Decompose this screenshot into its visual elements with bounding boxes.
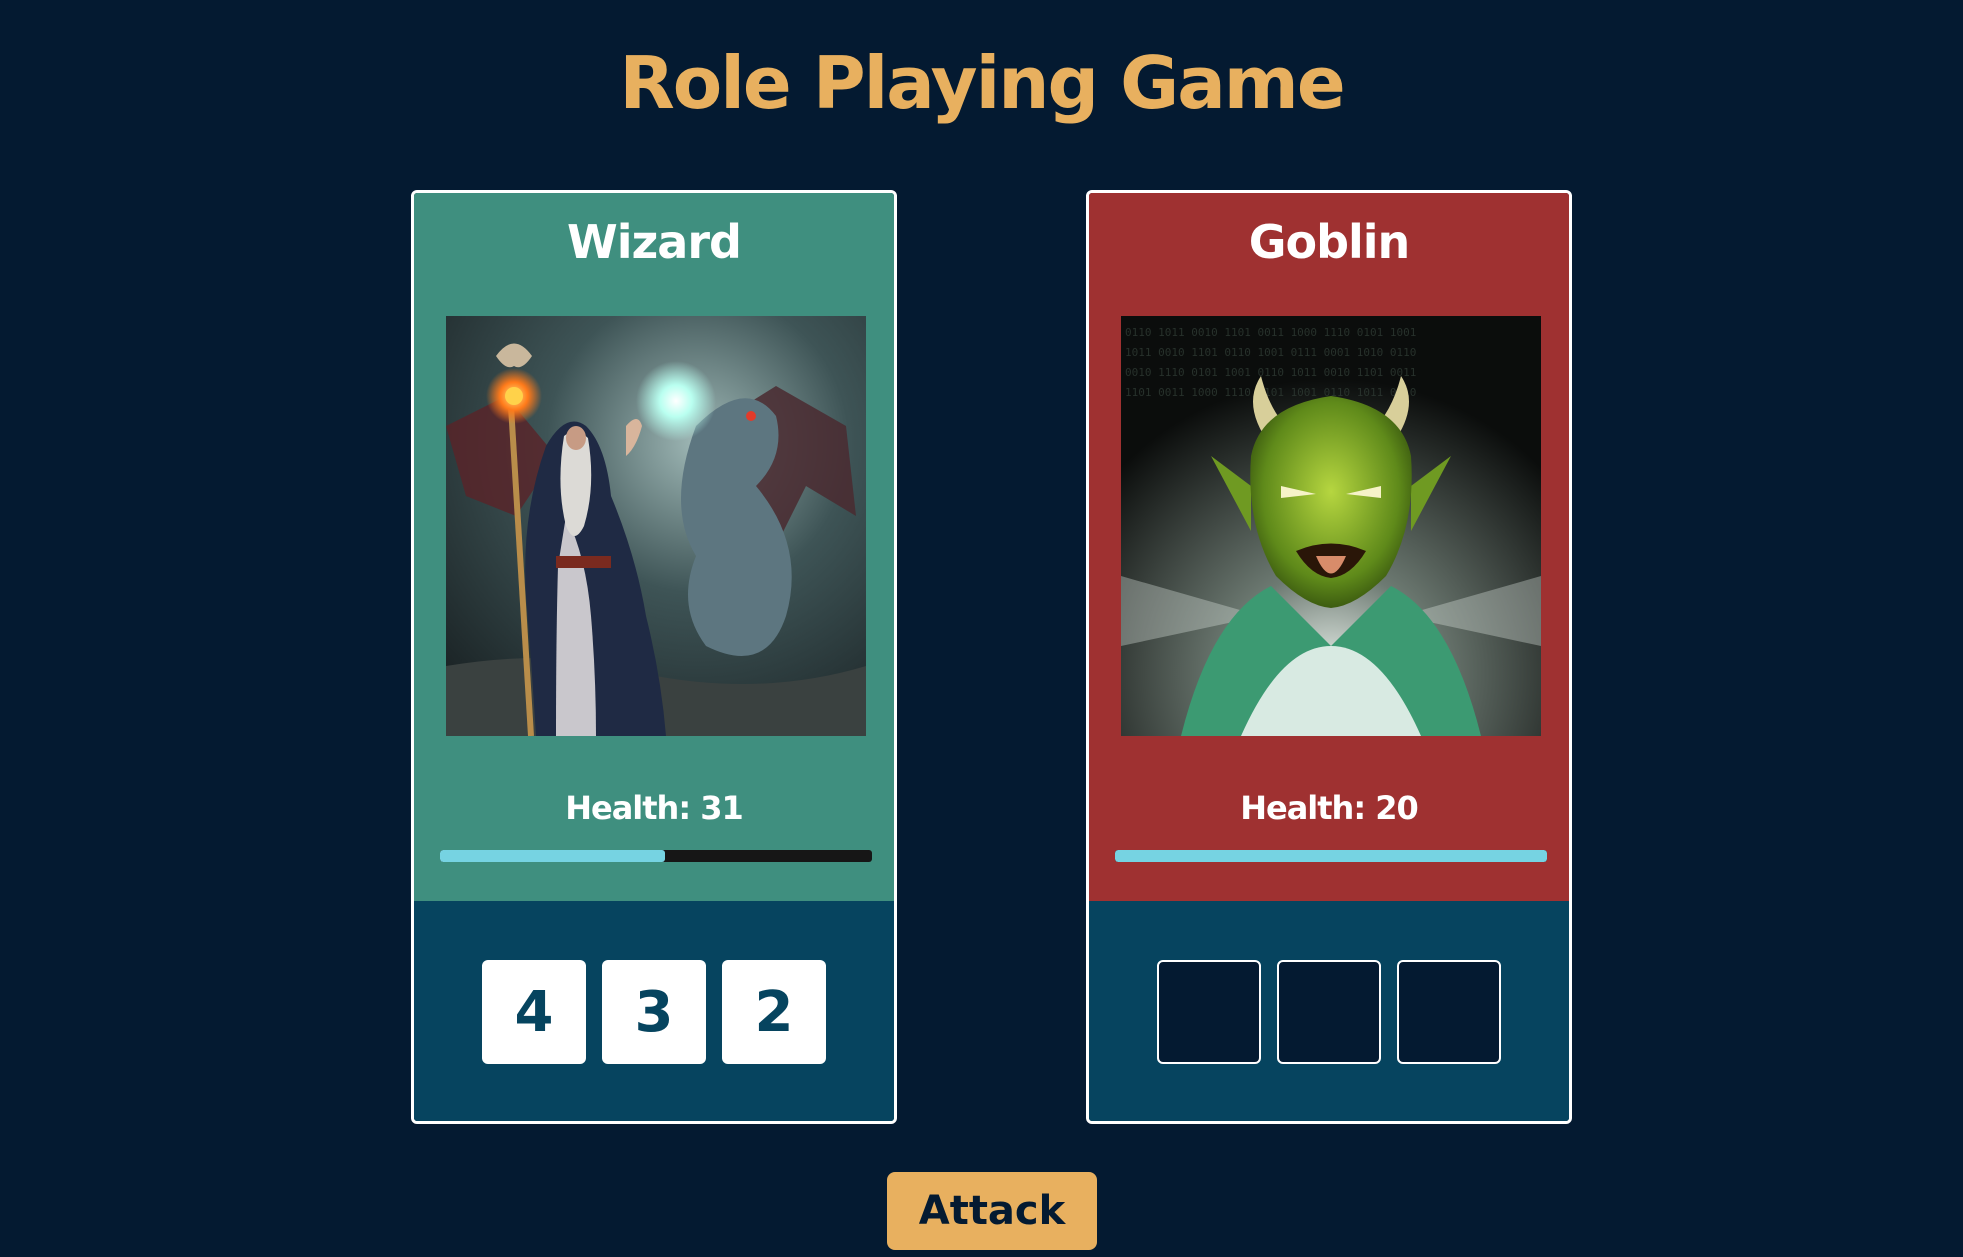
- monster-name: Goblin: [1248, 215, 1411, 269]
- monster-die: [1277, 960, 1381, 1064]
- hero-dice-area: 4 3 2: [414, 901, 894, 1121]
- hero-die: 4: [482, 960, 586, 1064]
- hero-dice-row: 4 3 2: [414, 960, 894, 1064]
- monster-card: Goblin 0110 1011 0010 1101 0011 1000 111…: [1086, 190, 1572, 1124]
- monster-dice-area: [1089, 901, 1569, 1121]
- svg-text:1101 0011 1000 1110 0101 1001: 1101 0011 1000 1110 0101 1001 0110 1011 …: [1125, 386, 1416, 399]
- goblin-portrait-icon: 0110 1011 0010 1101 0011 1000 1110 0101 …: [1121, 316, 1541, 736]
- monster-health-bar: [1115, 850, 1547, 862]
- hero-die: 2: [722, 960, 826, 1064]
- svg-text:0110 1011 0010 1101 0011 1000: 0110 1011 0010 1101 0011 1000 1110 0101 …: [1125, 326, 1416, 339]
- monster-health-text: Health: 20: [1240, 789, 1419, 827]
- hero-health-bar: [440, 850, 872, 862]
- monster-dice-row: [1089, 960, 1569, 1064]
- attack-button[interactable]: Attack: [887, 1172, 1097, 1250]
- hero-card: Wizard Health: 31 4 3 2: [411, 190, 897, 1124]
- hero-health-text: Health: 31: [565, 789, 744, 827]
- monster-card-top: Goblin 0110 1011 0010 1101 0011 1000 111…: [1089, 193, 1569, 901]
- page-title: Role Playing Game: [619, 41, 1345, 125]
- hero-name: Wizard: [567, 215, 742, 269]
- wizard-portrait-icon: [446, 316, 866, 736]
- monster-die: [1397, 960, 1501, 1064]
- monster-die: [1157, 960, 1261, 1064]
- hero-die: 3: [602, 960, 706, 1064]
- svg-text:0010 1110 0101 1001 0110 1011: 0010 1110 0101 1001 0110 1011 0010 1101 …: [1125, 366, 1416, 379]
- hero-card-top: Wizard Health: 31: [414, 193, 894, 901]
- hero-health-fill: [440, 850, 665, 862]
- svg-text:1011 0010 1101 0110 1001 0111: 1011 0010 1101 0110 1001 0111 0001 1010 …: [1125, 346, 1416, 359]
- monster-health-fill: [1115, 850, 1547, 862]
